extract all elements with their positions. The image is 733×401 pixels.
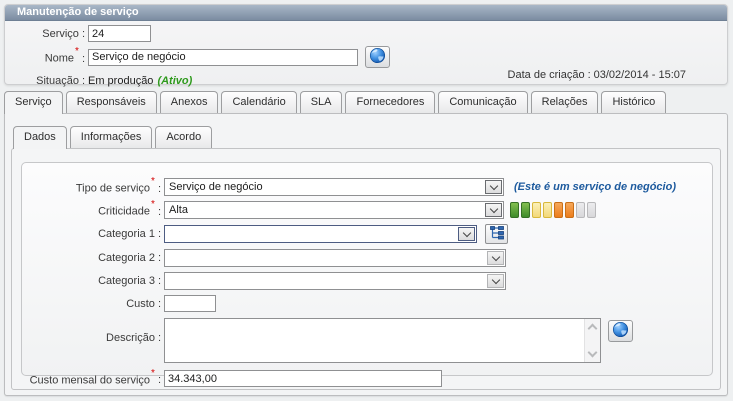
- categoria2-label: Categoria 2:: [98, 252, 161, 264]
- tab-anexos[interactable]: Anexos: [159, 91, 219, 113]
- tipo-servico-select[interactable]: Serviço de negócio: [164, 178, 504, 196]
- criticidade-bar: [532, 202, 541, 218]
- criticidade-level-bars: [510, 202, 598, 218]
- descricao-row: Descrição:: [22, 318, 712, 363]
- categoria3-label: Categoria 3:: [98, 275, 161, 287]
- criticidade-bar: [521, 202, 530, 218]
- translate-globe-button[interactable]: [365, 46, 390, 68]
- categoria1-select[interactable]: [164, 225, 477, 243]
- categoria3-select[interactable]: [164, 272, 506, 290]
- scroll-down-icon[interactable]: [587, 347, 598, 358]
- inner-tab-strip: Dados Informações Acordo: [13, 126, 213, 149]
- tab-dados[interactable]: Dados: [13, 126, 67, 149]
- category-tree-icon: [489, 225, 504, 243]
- criticidade-bar: [554, 202, 563, 218]
- situacao-label: Situação:: [36, 75, 85, 87]
- criticidade-bar: [587, 202, 596, 218]
- criticidade-bar: [543, 202, 552, 218]
- chevron-down-icon: [485, 180, 502, 194]
- criticidade-bar: [576, 202, 585, 218]
- situacao-status-badge: (Ativo): [157, 75, 193, 87]
- custo-label: Custo:: [126, 297, 161, 310]
- nome-input[interactable]: [88, 48, 358, 66]
- custo-mensal-row: Custo mensal do serviço*:: [22, 367, 712, 387]
- nome-row: Nome*:: [5, 46, 727, 68]
- globe-icon: [612, 321, 629, 341]
- textarea-scrollbar[interactable]: [584, 319, 600, 362]
- custo-mensal-label: Custo mensal do serviço*:: [29, 367, 161, 387]
- categoria1-row: Categoria 1:: [22, 224, 712, 244]
- custo-mensal-input[interactable]: [164, 370, 442, 387]
- categoria3-row: Categoria 3:: [22, 272, 712, 290]
- tab-calendario[interactable]: Calendário: [221, 91, 297, 113]
- categoria1-label: Categoria 1:: [98, 228, 161, 240]
- tipo-servico-row: Tipo de serviço*: Serviço de negócio (Es…: [22, 176, 712, 196]
- tab-relacoes[interactable]: Relações: [530, 91, 599, 113]
- category-tree-button[interactable]: [485, 224, 508, 244]
- descricao-label: Descrição:: [106, 332, 161, 344]
- window-title: Manutenção de serviço: [5, 5, 727, 21]
- categoria2-select[interactable]: [164, 249, 506, 267]
- criticidade-select[interactable]: Alta: [164, 201, 504, 219]
- chevron-down-icon: [487, 251, 504, 265]
- chevron-down-icon: [485, 203, 502, 217]
- chevron-down-icon: [458, 227, 475, 241]
- servico-input[interactable]: [88, 25, 151, 42]
- tab-comunicacao[interactable]: Comunicação: [438, 91, 528, 113]
- criticidade-bar: [565, 202, 574, 218]
- criticidade-bar: [510, 202, 519, 218]
- tab-informacoes[interactable]: Informações: [69, 126, 153, 148]
- descricao-textarea[interactable]: [164, 318, 601, 363]
- nome-label: Nome*:: [44, 46, 85, 65]
- custo-input[interactable]: [164, 295, 216, 312]
- criticidade-label: Criticidade*:: [98, 199, 161, 218]
- servico-row: Serviço:: [5, 25, 727, 42]
- situacao-value: Em produção: [88, 75, 154, 87]
- categoria2-row: Categoria 2:: [22, 249, 712, 267]
- tab-historico[interactable]: Histórico: [601, 91, 667, 113]
- servico-tab-panel: Dados Informações Acordo Tipo de serviço…: [4, 113, 728, 396]
- tab-acordo[interactable]: Acordo: [155, 126, 213, 148]
- tab-fornecedores[interactable]: Fornecedores: [345, 91, 436, 113]
- chevron-down-icon: [487, 274, 504, 288]
- tipo-servico-label: Tipo de serviço*:: [75, 176, 161, 195]
- creation-date: Data de criação:03/02/2014 - 15:07: [507, 69, 686, 81]
- criticidade-row: Criticidade*: Alta: [22, 199, 712, 219]
- scroll-up-icon[interactable]: [587, 323, 598, 334]
- tab-responsaveis[interactable]: Responsáveis: [65, 91, 157, 113]
- tab-servico[interactable]: Serviço: [4, 91, 63, 114]
- dados-tab-panel: Tipo de serviço*: Serviço de negócio (Es…: [11, 148, 721, 390]
- service-maintenance-panel: Manutenção de serviço Serviço: Nome*: Si…: [4, 4, 728, 87]
- dados-form-groupbox: Tipo de serviço*: Serviço de negócio (Es…: [21, 162, 713, 387]
- globe-icon: [369, 47, 386, 67]
- translate-globe-button[interactable]: [608, 320, 633, 342]
- custo-row: Custo:: [22, 295, 712, 312]
- main-tab-strip: Serviço Responsáveis Anexos Calendário S…: [4, 91, 667, 114]
- servico-label: Serviço:: [42, 27, 85, 40]
- tab-sla[interactable]: SLA: [299, 91, 343, 113]
- tipo-servico-note: (Este é um serviço de negócio): [514, 181, 676, 193]
